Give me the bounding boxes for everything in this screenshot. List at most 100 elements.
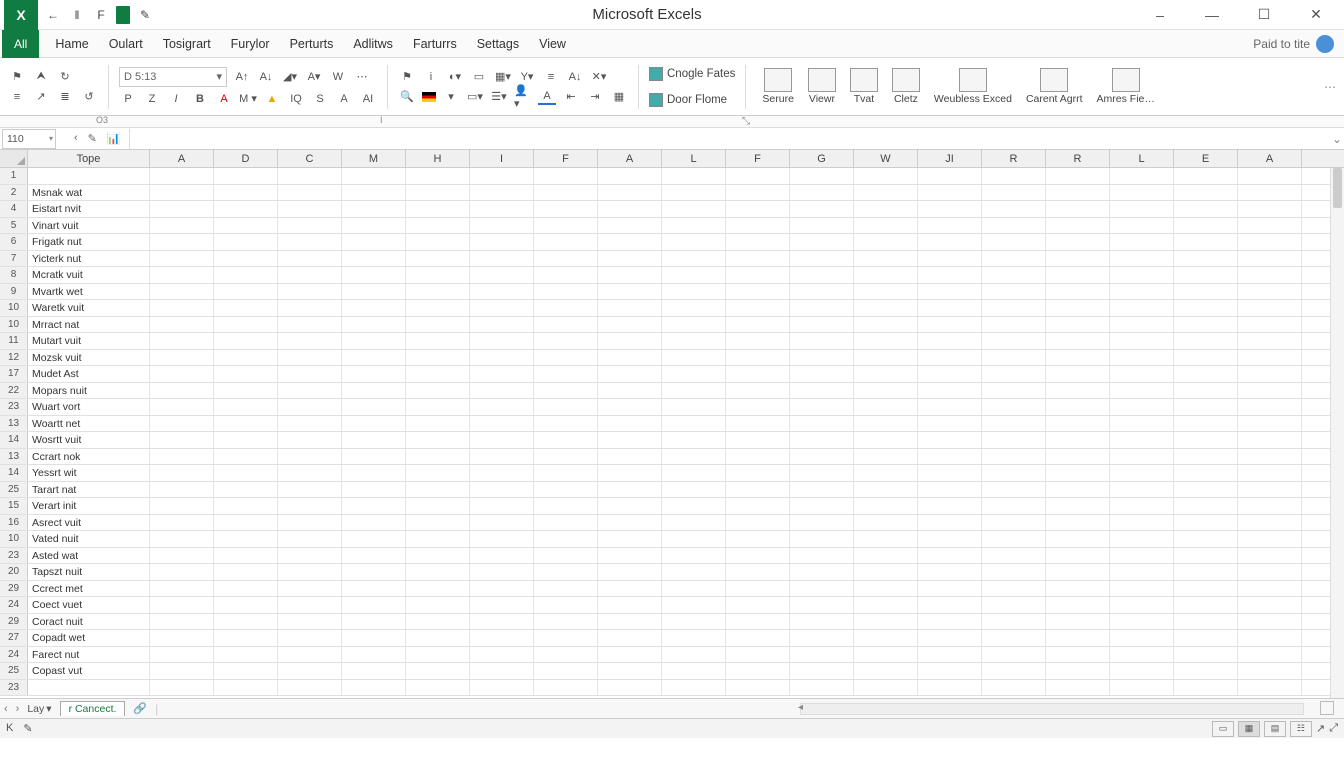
cell[interactable] [214, 300, 278, 316]
cell[interactable] [342, 680, 406, 696]
cell[interactable] [662, 663, 726, 679]
cell[interactable] [214, 465, 278, 481]
cell[interactable] [1046, 482, 1110, 498]
ribbon-tvat[interactable]: Tvat [844, 68, 884, 106]
cell[interactable] [534, 234, 598, 250]
cell[interactable] [918, 383, 982, 399]
cell[interactable] [854, 267, 918, 283]
cell[interactable] [534, 680, 598, 696]
cell[interactable] [278, 218, 342, 234]
cell[interactable] [854, 663, 918, 679]
column-header[interactable]: C [278, 150, 342, 167]
cell[interactable] [214, 498, 278, 514]
cell[interactable] [214, 218, 278, 234]
cell[interactable] [662, 251, 726, 267]
cell[interactable] [726, 449, 790, 465]
cell[interactable] [1238, 284, 1302, 300]
cell[interactable] [662, 449, 726, 465]
cell[interactable] [790, 416, 854, 432]
cell[interactable] [1046, 515, 1110, 531]
cell[interactable] [534, 399, 598, 415]
cell[interactable] [662, 416, 726, 432]
cell[interactable] [982, 680, 1046, 696]
cell[interactable] [534, 531, 598, 547]
cell[interactable] [470, 614, 534, 630]
cell[interactable] [406, 482, 470, 498]
cell[interactable] [598, 201, 662, 217]
cell[interactable] [342, 234, 406, 250]
cell[interactable] [150, 350, 214, 366]
cell[interactable]: Copadt wet [28, 630, 150, 646]
info-icon[interactable]: i [422, 69, 440, 85]
cell[interactable] [278, 383, 342, 399]
cell[interactable] [1046, 317, 1110, 333]
cell[interactable] [278, 548, 342, 564]
cell[interactable] [278, 300, 342, 316]
cell[interactable] [406, 515, 470, 531]
cell[interactable] [214, 564, 278, 580]
cell[interactable] [1174, 680, 1238, 696]
cell[interactable] [342, 630, 406, 646]
cell[interactable] [470, 564, 534, 580]
cell[interactable] [982, 317, 1046, 333]
cell[interactable] [598, 630, 662, 646]
cell[interactable] [1110, 498, 1174, 514]
file-tab[interactable]: All [2, 30, 39, 58]
cell[interactable]: Copast vut [28, 663, 150, 679]
cell[interactable] [1174, 300, 1238, 316]
cell[interactable] [278, 234, 342, 250]
cell[interactable] [1110, 647, 1174, 663]
cell[interactable] [1174, 515, 1238, 531]
back-icon[interactable]: ← [44, 6, 62, 24]
cell[interactable] [790, 168, 854, 184]
cell[interactable] [918, 251, 982, 267]
cell[interactable] [470, 366, 534, 382]
cell[interactable] [342, 201, 406, 217]
cell[interactable] [1046, 597, 1110, 613]
cell[interactable] [598, 597, 662, 613]
row-header[interactable]: 7 [0, 251, 28, 267]
cell[interactable]: Ccrect met [28, 581, 150, 597]
cell[interactable] [1238, 630, 1302, 646]
cell[interactable] [406, 366, 470, 382]
box-icon[interactable]: ▭ [470, 69, 488, 85]
cell[interactable] [982, 168, 1046, 184]
cell[interactable] [662, 614, 726, 630]
cell[interactable] [342, 333, 406, 349]
menu-oulart[interactable]: Oulart [101, 33, 151, 55]
cell[interactable] [726, 267, 790, 283]
table-icon[interactable]: ▦ [610, 89, 628, 105]
cell[interactable] [278, 201, 342, 217]
f-icon[interactable]: F [92, 6, 110, 24]
cell[interactable] [534, 482, 598, 498]
cell[interactable] [470, 234, 534, 250]
cell[interactable] [1046, 185, 1110, 201]
cell[interactable] [470, 482, 534, 498]
cell[interactable] [790, 383, 854, 399]
cell[interactable] [534, 432, 598, 448]
cell[interactable] [534, 416, 598, 432]
cell[interactable] [854, 350, 918, 366]
cell[interactable]: Woartt net [28, 416, 150, 432]
cell[interactable] [918, 366, 982, 382]
cell[interactable] [726, 317, 790, 333]
cell[interactable] [1238, 515, 1302, 531]
cell[interactable] [470, 630, 534, 646]
cell[interactable] [150, 482, 214, 498]
cell[interactable] [1046, 663, 1110, 679]
cell[interactable] [406, 267, 470, 283]
cell[interactable] [918, 465, 982, 481]
cell[interactable] [982, 465, 1046, 481]
cell[interactable] [406, 531, 470, 547]
cell[interactable] [854, 449, 918, 465]
cell[interactable] [406, 647, 470, 663]
cell[interactable] [854, 300, 918, 316]
cell[interactable] [662, 581, 726, 597]
cell[interactable] [726, 416, 790, 432]
cell[interactable] [982, 267, 1046, 283]
cell[interactable] [1174, 531, 1238, 547]
cmd-fates[interactable]: Cnogle Fates [649, 67, 735, 81]
cell[interactable]: Mozsk vuit [28, 350, 150, 366]
cell[interactable] [214, 185, 278, 201]
ribbon-amres-fie-[interactable]: Amres Fie… [1091, 68, 1161, 106]
